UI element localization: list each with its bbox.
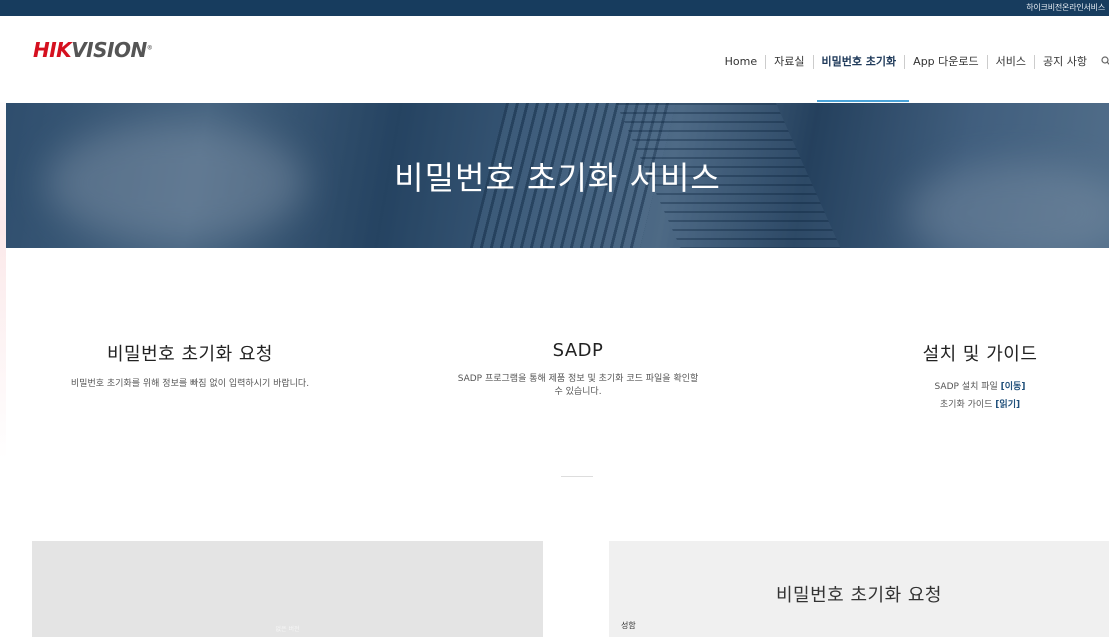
reset-guide-label: 초기화 가이드 <box>939 400 996 410</box>
hikvision-logo[interactable]: HIKVISION® <box>33 38 153 62</box>
reset-guide-line: 초기화 가이드 [읽기] <box>860 396 1100 414</box>
section-divider <box>561 476 593 477</box>
search-icon[interactable] <box>1095 55 1109 69</box>
logo-registered-mark: ® <box>146 44 153 52</box>
nav-item-service[interactable]: 서비스 <box>988 55 1036 69</box>
nav-item-home[interactable]: Home <box>717 55 767 69</box>
section-title: SADP <box>552 340 604 361</box>
section-install-guide: 설치 및 가이드 SADP 설치 파일 [이동] 초기화 가이드 [읽기] <box>860 340 1100 414</box>
desc-line: 수 있습니다. <box>554 387 602 397</box>
reset-guide-link[interactable]: [읽기] <box>995 400 1020 410</box>
section-sadp: SADP SADP 프로그램을 통해 제품 정보 및 초기화 코드 파일을 확인… <box>418 340 738 399</box>
sadp-download-line: SADP 설치 파일 [이동] <box>860 378 1100 396</box>
logo-vision-text: VISION <box>71 38 147 62</box>
desc-line: SADP 프로그램을 통해 제품 정보 및 초기화 코드 파일을 확인할 <box>457 374 699 384</box>
section-description: 비밀번호 초기화를 위해 정보를 빠짐 없이 입력하시기 바랍니다. <box>70 379 310 389</box>
main-nav: Home 자료실 비밀번호 초기화 App 다운로드 서비스 공지 사항 <box>717 52 1109 72</box>
nav-item-password-reset[interactable]: 비밀번호 초기화 <box>814 55 906 69</box>
section-description: SADP 프로그램을 통해 제품 정보 및 초기화 코드 파일을 확인할수 있습… <box>418 373 738 399</box>
logo-hik-text: HIK <box>33 38 72 62</box>
nav-item-notice[interactable]: 공지 사항 <box>1035 55 1095 69</box>
top-utility-bar: 하이크비전온라인서비스 <box>0 0 1109 16</box>
form-title: 비밀번호 초기화 요청 <box>776 585 942 606</box>
name-field-label: 성함 <box>621 621 636 630</box>
section-title: 설치 및 가이드 <box>922 344 1038 365</box>
section-reset-request: 비밀번호 초기화 요청 비밀번호 초기화를 위해 정보를 빠짐 없이 입력하시기… <box>30 340 350 391</box>
site-header: HIKVISION® Home 자료실 비밀번호 초기화 App 다운로드 서비… <box>0 16 1109 102</box>
sadp-download-link[interactable]: [이동] <box>1001 382 1026 392</box>
panel-caption: 없은 버전 <box>275 626 300 633</box>
nav-item-app-download[interactable]: App 다운로드 <box>905 55 988 69</box>
utility-link[interactable]: 하이크비전온라인서비스 <box>1026 2 1105 13</box>
section-title: 비밀번호 초기화 요청 <box>107 344 273 365</box>
reset-request-form-panel: 비밀번호 초기화 요청 성함 <box>609 541 1109 637</box>
active-nav-indicator <box>817 100 909 102</box>
left-image-panel: 없은 버전 <box>32 541 543 637</box>
sadp-download-label: SADP 설치 파일 <box>934 382 1001 392</box>
hero-banner: 비밀번호 초기화 서비스 <box>6 103 1109 248</box>
page-title: 비밀번호 초기화 서비스 <box>394 159 721 197</box>
nav-item-resources[interactable]: 자료실 <box>766 55 814 69</box>
